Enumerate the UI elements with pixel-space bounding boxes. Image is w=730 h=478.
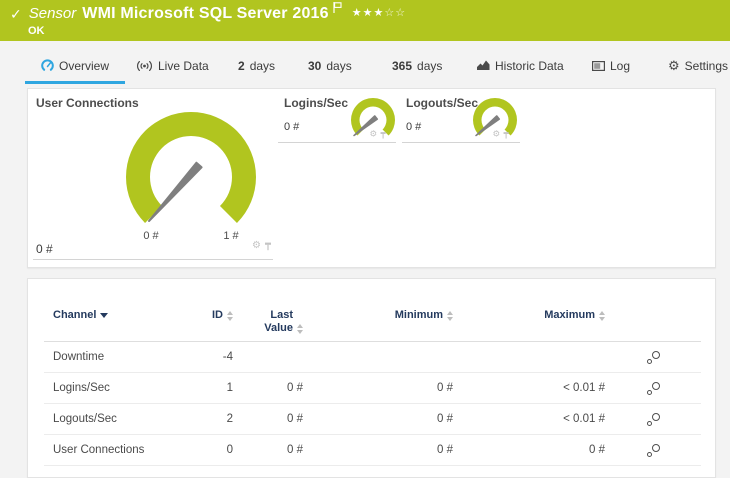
tab-2-days-number: 2 xyxy=(238,58,245,73)
logouts-gauge-title: Logouts/Sec xyxy=(406,96,479,110)
column-header-channel-label: Channel xyxy=(53,309,97,321)
priority-stars[interactable]: ★★★☆☆ xyxy=(352,6,406,19)
pin-icon[interactable] xyxy=(503,131,510,139)
tab-2-days-unit: days xyxy=(249,58,276,73)
tab-365-days[interactable]: 365 days xyxy=(392,50,442,81)
tab-historic-data-label: Historic Data xyxy=(495,58,564,73)
channels-panel: Channel ID Last Value Minimum Maximum Do… xyxy=(27,278,716,478)
cell-id: 2 xyxy=(226,413,233,425)
column-header-last-value[interactable]: Last Value xyxy=(233,309,303,341)
table-row-user-connections[interactable]: User Connections 0 0 # 0 # 0 # xyxy=(44,435,701,466)
tab-30-days-unit: days xyxy=(326,58,352,73)
tab-bar: Overview Live Data 2 days 30 days 365 da… xyxy=(0,50,730,84)
tab-settings-label: Settings xyxy=(684,58,729,73)
tab-historic-data[interactable]: Historic Data xyxy=(477,50,564,81)
priority-stars-empty: ☆☆ xyxy=(384,7,407,19)
table-row-logouts[interactable]: Logouts/Sec 2 0 # 0 # < 0.01 # xyxy=(44,404,701,435)
sensor-header: ✓ Sensor WMI Microsoft SQL Server 2016 ★… xyxy=(0,0,730,41)
table-row-downtime[interactable]: Downtime -4 xyxy=(44,342,701,373)
sensor-kind-label: Sensor xyxy=(28,5,77,22)
gauge-gear-icon[interactable]: ⚙ xyxy=(492,130,500,140)
cell-maximum: < 0.01 # xyxy=(563,413,605,425)
primary-gauge-actions: ⚙ xyxy=(252,241,272,251)
tab-2-days[interactable]: 2 days xyxy=(238,50,275,81)
cell-last-value: 0 # xyxy=(287,413,303,425)
tab-365-days-unit: days xyxy=(417,58,443,73)
logouts-gauge-actions: ⚙ xyxy=(492,130,510,140)
sensor-title: WMI Microsoft SQL Server 2016 xyxy=(82,5,329,22)
cell-maximum: 0 # xyxy=(589,444,605,456)
cell-minimum: 0 # xyxy=(437,413,453,425)
channel-settings-icon[interactable] xyxy=(646,350,660,364)
sort-caret-down-icon xyxy=(100,313,109,318)
flag-icon[interactable] xyxy=(333,2,342,13)
column-header-maximum[interactable]: Maximum xyxy=(453,309,605,341)
cell-channel: Logins/Sec xyxy=(53,382,110,394)
cell-id: -4 xyxy=(222,351,233,363)
channel-settings-icon[interactable] xyxy=(646,412,660,426)
priority-stars-filled: ★★★ xyxy=(351,7,385,19)
column-header-last-value-label: Last Value xyxy=(264,309,293,334)
pin-icon[interactable] xyxy=(264,242,272,251)
gear-icon: ⚙ xyxy=(668,58,680,73)
gauge-gear-icon[interactable]: ⚙ xyxy=(369,130,377,140)
table-row-logins[interactable]: Logins/Sec 1 0 # 0 # < 0.01 # xyxy=(44,373,701,404)
column-header-channel[interactable]: Channel xyxy=(53,309,193,341)
tab-365-days-number: 365 xyxy=(392,58,413,73)
cell-channel: Logouts/Sec xyxy=(53,413,117,425)
user-connections-gauge xyxy=(126,111,257,223)
gauge-scale-min: 0 # xyxy=(143,230,159,242)
tab-30-days[interactable]: 30 days xyxy=(308,50,352,81)
bar-chart-icon xyxy=(477,60,490,71)
channels-table: Channel ID Last Value Minimum Maximum Do… xyxy=(44,279,701,466)
tab-log[interactable]: Log xyxy=(592,50,630,81)
tab-live-data-label: Live Data xyxy=(158,58,209,73)
sensor-header-row: ✓ Sensor WMI Microsoft SQL Server 2016 ★… xyxy=(10,2,406,23)
cell-id: 0 xyxy=(226,444,233,456)
gauges-panel: User Connections 0 # 1 # 0 # ⚙ Logins/Se… xyxy=(27,88,716,268)
tab-live-data[interactable]: Live Data xyxy=(136,50,209,81)
broadcast-icon xyxy=(136,60,153,72)
gauge-icon xyxy=(41,59,54,72)
cell-channel: Downtime xyxy=(53,351,105,363)
cell-minimum: 0 # xyxy=(437,382,453,394)
gauge-block-divider xyxy=(402,142,520,143)
gauge-block-divider xyxy=(278,142,396,143)
gauge-gear-icon[interactable]: ⚙ xyxy=(252,241,261,251)
pin-icon[interactable] xyxy=(380,131,387,139)
column-header-minimum-label: Minimum xyxy=(394,309,443,321)
cell-last-value: 0 # xyxy=(287,444,303,456)
table-header-row: Channel ID Last Value Minimum Maximum xyxy=(44,279,701,342)
gauge-scale-max: 1 # xyxy=(223,230,239,242)
column-header-maximum-label: Maximum xyxy=(544,309,595,321)
tab-settings[interactable]: ⚙ Settings xyxy=(668,50,728,81)
tab-overview[interactable]: Overview xyxy=(25,50,125,84)
logins-gauge-value: 0 # xyxy=(284,121,300,133)
logouts-gauge-value: 0 # xyxy=(406,121,422,133)
cell-channel: User Connections xyxy=(53,444,145,456)
cell-minimum: 0 # xyxy=(437,444,453,456)
channel-settings-icon[interactable] xyxy=(646,381,660,395)
cell-maximum: < 0.01 # xyxy=(563,382,605,394)
tab-log-label: Log xyxy=(610,58,631,73)
column-header-id[interactable]: ID xyxy=(193,309,233,341)
status-check-icon: ✓ xyxy=(10,6,22,22)
cell-last-value: 0 # xyxy=(287,382,303,394)
tab-30-days-number: 30 xyxy=(308,58,322,73)
sensor-status-badge: OK xyxy=(28,25,45,37)
column-header-minimum[interactable]: Minimum xyxy=(303,309,453,341)
column-header-id-label: ID xyxy=(212,309,223,321)
logins-gauge-actions: ⚙ xyxy=(369,130,387,140)
primary-gauge-value: 0 # xyxy=(36,242,53,256)
gauge-block-divider xyxy=(33,259,273,260)
logins-gauge-title: Logins/Sec xyxy=(284,96,349,110)
tab-overview-label: Overview xyxy=(58,58,109,73)
log-window-icon xyxy=(592,60,605,71)
cell-id: 1 xyxy=(226,382,233,394)
